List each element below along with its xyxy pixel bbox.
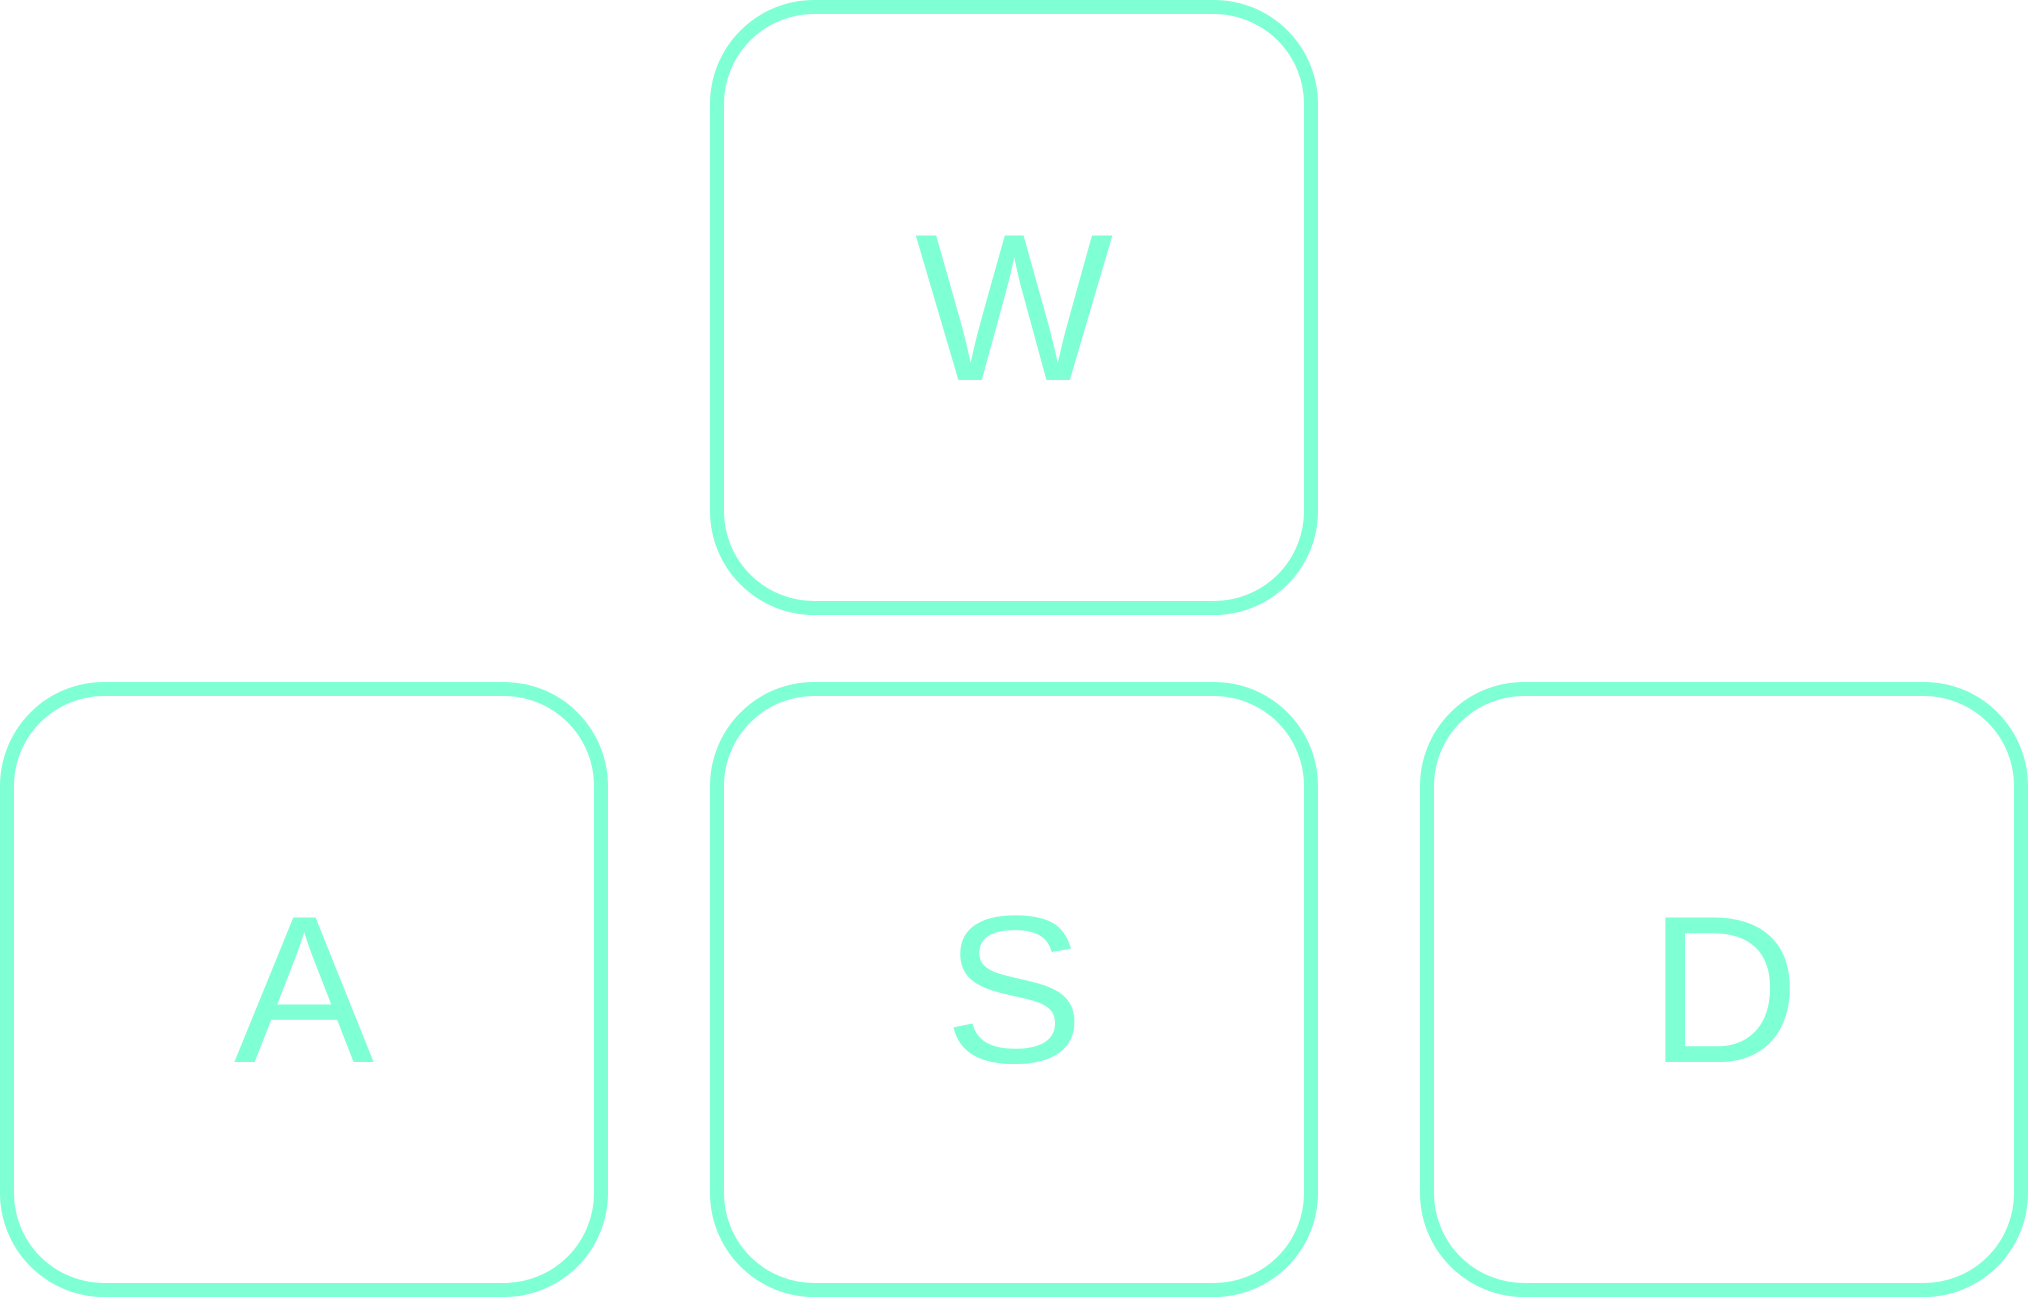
key-a[interactable]: A bbox=[0, 682, 608, 1297]
key-s[interactable]: S bbox=[710, 682, 1318, 1297]
key-s-label: S bbox=[943, 871, 1085, 1107]
key-w-label: W bbox=[914, 189, 1114, 425]
key-a-label: A bbox=[233, 871, 375, 1107]
key-d[interactable]: D bbox=[1420, 682, 2028, 1297]
key-w[interactable]: W bbox=[710, 0, 1318, 615]
key-d-label: D bbox=[1648, 871, 1800, 1107]
